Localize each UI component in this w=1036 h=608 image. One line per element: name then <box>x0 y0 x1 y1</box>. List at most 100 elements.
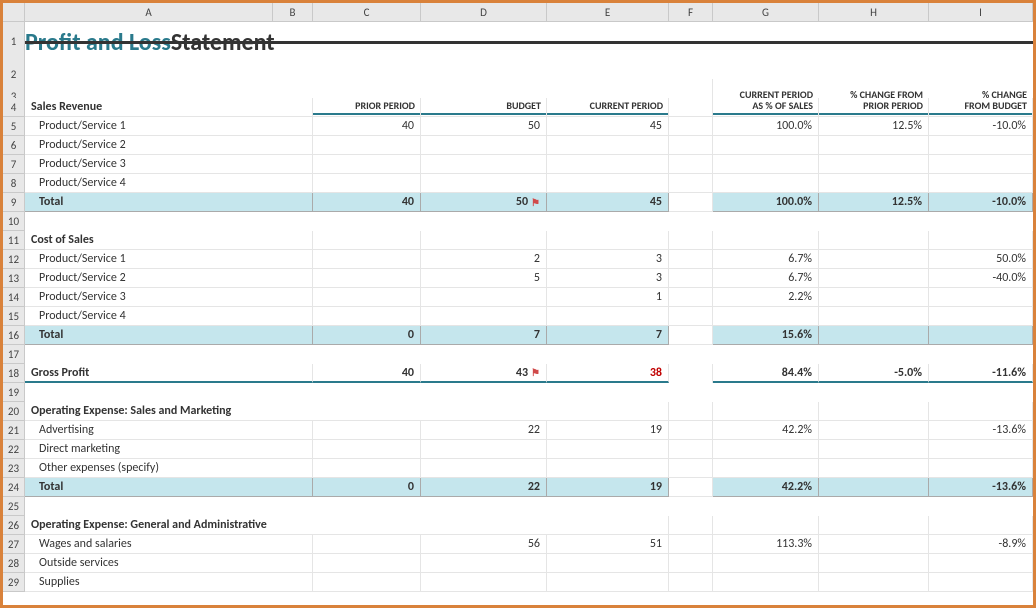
cell[interactable] <box>819 421 929 440</box>
col-header-H[interactable]: H <box>819 3 929 22</box>
cell[interactable] <box>819 155 929 174</box>
corner-cell[interactable] <box>3 3 25 22</box>
cell[interactable] <box>929 554 1033 573</box>
gross-profit-label[interactable]: Gross Profit <box>25 364 313 383</box>
row-header-7[interactable]: 7 <box>3 155 25 174</box>
cell[interactable] <box>819 440 929 459</box>
cell[interactable] <box>547 231 669 250</box>
cell[interactable] <box>421 136 547 155</box>
row-header-24[interactable]: 24 <box>3 478 25 497</box>
cell[interactable] <box>929 516 1033 535</box>
cell[interactable] <box>929 174 1033 193</box>
cell[interactable]: -40.0% <box>929 269 1033 288</box>
col-header-D[interactable]: D <box>421 3 547 22</box>
cell[interactable] <box>713 98 819 117</box>
cell[interactable]: 38 <box>547 364 669 383</box>
row-header-10[interactable]: 10 <box>3 212 25 231</box>
cell[interactable] <box>421 573 547 592</box>
row-header-8[interactable]: 8 <box>3 174 25 193</box>
cell[interactable] <box>313 440 421 459</box>
cell[interactable]: 84.4% <box>713 364 819 383</box>
row-header-27[interactable]: 27 <box>3 535 25 554</box>
sales-row-4[interactable]: Product/Service 4 <box>25 174 313 193</box>
cell[interactable] <box>421 307 547 326</box>
cell[interactable] <box>713 402 819 421</box>
cell[interactable]: 0 <box>313 326 421 345</box>
cell[interactable]: -8.9% <box>929 535 1033 554</box>
cell[interactable]: -10.0% <box>929 117 1033 136</box>
cell[interactable] <box>421 98 547 117</box>
cell[interactable] <box>421 440 547 459</box>
cell[interactable] <box>313 554 421 573</box>
cell[interactable] <box>313 459 421 478</box>
cell[interactable] <box>713 516 819 535</box>
cell[interactable] <box>421 155 547 174</box>
cell[interactable]: 15.6% <box>713 326 819 345</box>
cell[interactable]: 40 <box>313 117 421 136</box>
row-header-13[interactable]: 13 <box>3 269 25 288</box>
row-header-9[interactable]: 9 <box>3 193 25 212</box>
sales-total-label[interactable]: Total <box>25 193 313 212</box>
cell[interactable] <box>929 440 1033 459</box>
row-header-17[interactable]: 17 <box>3 345 25 364</box>
cell[interactable] <box>421 288 547 307</box>
cell[interactable]: 3 <box>547 269 669 288</box>
cell[interactable] <box>929 231 1033 250</box>
cell[interactable]: 100.0% <box>713 117 819 136</box>
sales-row-1[interactable]: Product/Service 1 <box>25 117 313 136</box>
cell[interactable] <box>819 231 929 250</box>
cell[interactable] <box>547 307 669 326</box>
cell[interactable]: -5.0% <box>819 364 929 383</box>
cell[interactable] <box>929 98 1033 117</box>
cell[interactable] <box>713 459 819 478</box>
opexsm-row-1[interactable]: Advertising <box>25 421 313 440</box>
col-header-F[interactable]: F <box>669 3 713 22</box>
cell[interactable] <box>313 535 421 554</box>
cos-row-4[interactable]: Product/Service 4 <box>25 307 313 326</box>
col-header-A[interactable]: A <box>25 3 273 22</box>
cell[interactable] <box>929 402 1033 421</box>
cos-row-1[interactable]: Product/Service 1 <box>25 250 313 269</box>
row-header-14[interactable]: 14 <box>3 288 25 307</box>
cell[interactable]: 51 <box>547 535 669 554</box>
row-header-26[interactable]: 26 <box>3 516 25 535</box>
cell[interactable] <box>421 174 547 193</box>
cell[interactable]: 56 <box>421 535 547 554</box>
cell[interactable] <box>929 307 1033 326</box>
cell[interactable] <box>313 155 421 174</box>
cell[interactable] <box>313 421 421 440</box>
col-header-I[interactable]: I <box>929 3 1033 22</box>
cell[interactable]: 42.2% <box>713 421 819 440</box>
cell[interactable] <box>819 326 929 345</box>
cell[interactable] <box>313 174 421 193</box>
cell[interactable] <box>547 136 669 155</box>
row-header-21[interactable]: 21 <box>3 421 25 440</box>
opexga-row-3[interactable]: Supplies <box>25 573 313 592</box>
row-header-20[interactable]: 20 <box>3 402 25 421</box>
row-header-22[interactable]: 22 <box>3 440 25 459</box>
cell[interactable]: 1 <box>547 288 669 307</box>
cell[interactable] <box>819 174 929 193</box>
col-header-E[interactable]: E <box>547 3 669 22</box>
cell[interactable] <box>713 155 819 174</box>
cell[interactable]: 12.5% <box>819 193 929 212</box>
cell[interactable] <box>313 573 421 592</box>
cell[interactable]: 5 <box>421 269 547 288</box>
cell[interactable]: 19 <box>547 421 669 440</box>
cell[interactable] <box>819 535 929 554</box>
cell[interactable]: -11.6% <box>929 364 1033 383</box>
cell[interactable] <box>929 136 1033 155</box>
cell[interactable] <box>819 516 929 535</box>
row-header-1[interactable]: 1 <box>3 22 25 62</box>
section-cos[interactable]: Cost of Sales <box>25 231 313 250</box>
cell[interactable]: 50 <box>421 117 547 136</box>
cell[interactable] <box>547 573 669 592</box>
cell[interactable] <box>313 307 421 326</box>
row-header-5[interactable]: 5 <box>3 117 25 136</box>
cell[interactable]: -13.6% <box>929 478 1033 497</box>
cell[interactable]: 113.3% <box>713 535 819 554</box>
cell[interactable] <box>713 231 819 250</box>
cell[interactable]: 43⚑ <box>421 364 547 383</box>
cos-total-label[interactable]: Total <box>25 326 313 345</box>
row-header-23[interactable]: 23 <box>3 459 25 478</box>
